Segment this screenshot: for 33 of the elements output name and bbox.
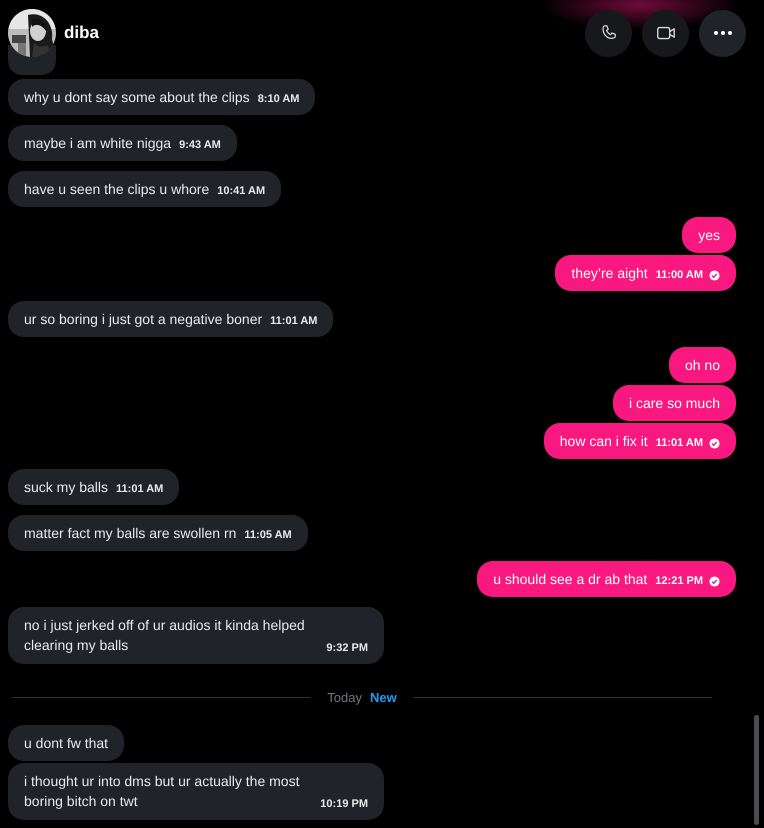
scrollbar[interactable]: [754, 715, 759, 825]
message-text: u should see a dr ab that: [493, 570, 648, 589]
message-text: have u seen the clips u whore: [24, 180, 210, 199]
more-icon: [714, 31, 732, 35]
message-time: 11:00 AM: [656, 268, 703, 282]
message-time: 8:10 AM: [258, 92, 300, 106]
message-time: 12:21 PM: [655, 574, 703, 588]
message-text: u dont fw that: [24, 734, 108, 753]
message-time: 11:01 AM: [116, 482, 164, 496]
message-text: yes: [698, 226, 720, 245]
message-text: no i just jerked off of ur audios it kinda helped clearing my balls: [24, 616, 306, 655]
message-text: ur so boring i just got a negative boner: [24, 310, 262, 329]
video-call-button[interactable]: [642, 10, 689, 56]
contact-name: diba: [64, 23, 99, 43]
message-time: 10:19 PM: [320, 797, 368, 811]
message-text: how can i fix it: [560, 432, 648, 451]
message-time: 10:41 AM: [217, 184, 266, 198]
message-time: 11:05 AM: [244, 528, 292, 542]
message-time: 11:01 AM: [270, 314, 318, 328]
message-text: they’re aight: [571, 264, 648, 283]
new-label: New: [370, 690, 398, 705]
message-text: i care so much: [628, 394, 720, 413]
message-time: 11:01 AM: [656, 436, 703, 450]
call-button[interactable]: [585, 10, 632, 56]
date-divider-label: Today: [326, 690, 362, 705]
message-text: matter fact my balls are swollen rn: [24, 524, 236, 543]
message-text: maybe i am white nigga: [24, 134, 172, 153]
message-text: suck my balls: [24, 478, 108, 497]
message-text: oh no: [684, 356, 720, 375]
more-button[interactable]: [699, 10, 746, 56]
message-time: 9:32 PM: [326, 641, 368, 655]
message-time: 9:43 AM: [179, 138, 221, 152]
message-text: why u dont say some about the clips: [24, 88, 250, 107]
